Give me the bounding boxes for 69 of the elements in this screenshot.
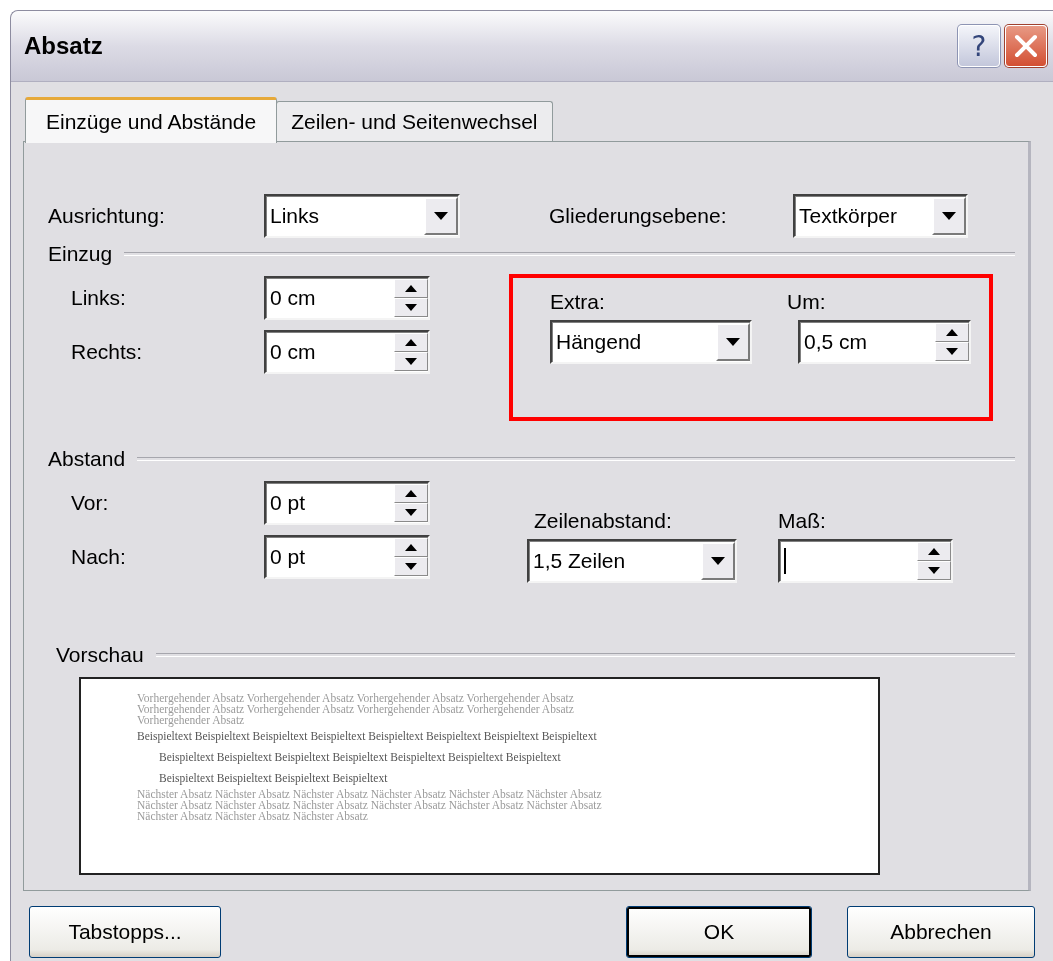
line-spacing-value-spinner[interactable] (778, 539, 953, 583)
up-arrow-icon (405, 339, 417, 346)
preview-text-line: Nächster Absatz Nächster Absatz Nächster Absatz Nächster Absatz Nächster Absatz Nächster Absatz (137, 800, 603, 811)
indent-by-spinner[interactable]: 0,5 cm (798, 320, 971, 364)
up-arrow-icon (405, 490, 417, 497)
field-label: Extra: (550, 290, 606, 314)
space-after-spinner[interactable]: 0 pt (264, 535, 430, 579)
spin-up-button[interactable] (935, 323, 969, 342)
spin-down-button[interactable] (394, 557, 428, 576)
help-button[interactable]: ? (958, 25, 1000, 67)
preview-text-line: Vorhergehender Absatz Vorhergehender Absatz Vorhergehender Absatz Vorhergehender Absatz (137, 693, 575, 704)
down-arrow-icon (405, 358, 417, 365)
field-label: Vor: (71, 491, 110, 515)
dialog-button[interactable]: Tabstopps... (29, 906, 221, 958)
caret-icon (701, 542, 735, 580)
spin-up-button[interactable] (917, 542, 951, 561)
down-arrow-icon (946, 348, 958, 355)
special-indent-dropdown[interactable]: Hängend (550, 320, 752, 364)
down-arrow-icon (405, 304, 417, 311)
preview-text-line: Beispieltext Beispieltext Beispieltext Beispieltext Beispieltext Beispieltext Beispieltext Beispieltext (137, 729, 598, 745)
window-title: Absatz (24, 32, 104, 60)
close-icon (1013, 33, 1039, 59)
tab[interactable]: Einzüge und Abstände (25, 97, 278, 143)
preview-text-line: Vorhergehender Absatz Vorhergehender Absatz Vorhergehender Absatz Vorhergehender Absatz (137, 704, 575, 715)
preview-text-line: Beispieltext Beispieltext Beispieltext Beispieltext (158, 771, 389, 787)
right-indent-spinner[interactable]: 0 cm (264, 330, 430, 374)
caret-icon (716, 323, 750, 361)
left-indent-spinner[interactable]: 0 cm (264, 276, 430, 320)
tab[interactable]: Zeilen- und Seitenwechsel (276, 101, 553, 141)
alignment-dropdown[interactable]: Links (264, 194, 460, 238)
section-heading: Vorschau (56, 643, 144, 667)
section-heading: Abstand (48, 447, 126, 471)
spin-down-button[interactable] (917, 561, 951, 580)
spin-down-button[interactable] (394, 298, 428, 317)
field-label: Zeilenabstand: (534, 509, 673, 533)
dialog-button[interactable]: Abbrechen (847, 906, 1035, 958)
up-arrow-icon (405, 285, 417, 292)
spin-down-button[interactable] (935, 342, 969, 361)
spin-down-button[interactable] (394, 503, 428, 522)
up-arrow-icon (405, 544, 417, 551)
preview-text-line: Vorhergehender Absatz (137, 715, 246, 726)
field-label: Maß: (778, 509, 827, 533)
down-arrow-icon (405, 563, 417, 570)
up-arrow-icon (946, 329, 958, 336)
up-arrow-icon (928, 548, 940, 555)
line-spacing-dropdown[interactable]: 1,5 Zeilen (527, 539, 737, 583)
down-arrow-icon (405, 509, 417, 516)
close-button[interactable] (1005, 25, 1047, 67)
field-label: Ausrichtung: (48, 204, 166, 228)
caret-icon (424, 197, 458, 235)
caret-icon (932, 197, 966, 235)
section-heading: Einzug (48, 242, 113, 266)
preview-text-line: Nächster Absatz Nächster Absatz Nächster Absatz (137, 811, 369, 822)
field-label: Gliederungsebene: (549, 204, 728, 228)
down-arrow-icon (928, 567, 940, 574)
outline-level-dropdown[interactable]: Textkörper (793, 194, 968, 238)
space-before-spinner[interactable]: 0 pt (264, 481, 430, 525)
field-label: Rechts: (71, 340, 144, 364)
spin-up-button[interactable] (394, 484, 428, 503)
dialog-button[interactable]: OK (626, 906, 812, 958)
spin-up-button[interactable] (394, 333, 428, 352)
spin-up-button[interactable] (394, 279, 428, 298)
preview-text-line: Beispieltext Beispieltext Beispieltext Beispieltext Beispieltext Beispieltext Beispieltext (158, 750, 562, 766)
preview-text-line: Nächster Absatz Nächster Absatz Nächster Absatz Nächster Absatz Nächster Absatz Nächster Absatz (137, 789, 603, 800)
field-label: Um: (787, 290, 827, 314)
spin-down-button[interactable] (394, 352, 428, 371)
field-label: Nach: (71, 545, 127, 569)
spin-up-button[interactable] (394, 538, 428, 557)
field-label: Links: (71, 286, 127, 310)
